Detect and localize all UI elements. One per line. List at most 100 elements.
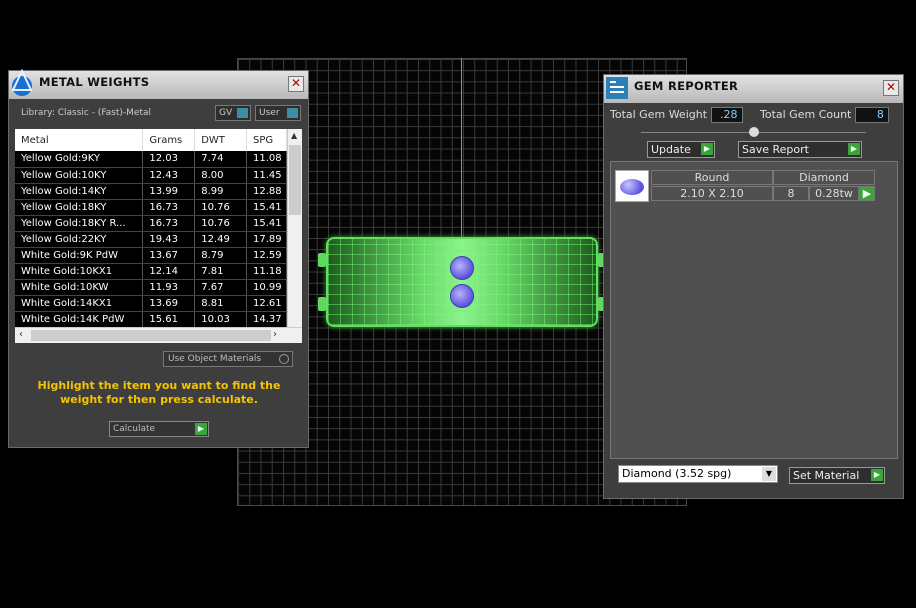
metal-weights-logo-icon [11, 68, 33, 96]
user-label: User [259, 108, 280, 118]
table-cell: 19.43 [142, 231, 196, 248]
table-cell: 17.89 [246, 231, 287, 248]
material-dropdown[interactable]: Diamond (3.52 spg) ▼ [618, 465, 778, 483]
total-gem-count-label: Total Gem Count [760, 108, 852, 121]
table-row[interactable]: White Gold:9K PdW 13.67 8.79 12.59 [15, 247, 287, 264]
gem-material: Diamond [773, 170, 875, 185]
gem-count: 8 [773, 186, 809, 201]
table-cell: 15.61 [142, 311, 196, 328]
vertical-scrollbar[interactable]: ▲ [287, 129, 302, 327]
table-row[interactable]: Yellow Gold:18KY 16.73 10.76 15.41 [15, 199, 287, 216]
save-report-label: Save Report [742, 143, 809, 156]
table-cell: 13.67 [142, 247, 196, 264]
library-label: Library: Classic - (Fast)-Metal [21, 108, 152, 118]
close-icon[interactable]: ✕ [288, 76, 304, 92]
table-cell: White Gold:14K PdW [15, 311, 144, 328]
scroll-up-icon[interactable]: ▲ [291, 131, 297, 140]
metal-table: Metal Grams DWT SPG Yellow Gold:9KY 12.03… [15, 129, 287, 328]
material-dropdown-value: Diamond (3.52 spg) [622, 467, 732, 480]
table-cell: 10.03 [194, 311, 248, 328]
table-cell: 7.67 [194, 279, 248, 296]
gem-reporter-logo-icon [606, 77, 628, 99]
viewport-axis-line [461, 58, 462, 238]
save-report-button[interactable]: Save Report ▶ [738, 141, 862, 158]
gv-toggle[interactable]: GV [215, 105, 251, 121]
toggle-indicator-icon [287, 108, 298, 118]
table-cell: Yellow Gold:18KY [15, 199, 144, 216]
table-cell: 10.76 [194, 215, 248, 232]
table-cell: 12.88 [246, 183, 287, 200]
metal-table-container: Metal Grams DWT SPG Yellow Gold:9KY 12.03… [15, 129, 302, 343]
gem-size: 2.10 X 2.10 [651, 186, 773, 201]
use-object-materials-label: Use Object Materials [168, 354, 262, 364]
table-cell: White Gold:10KX1 [15, 263, 144, 280]
calculate-label: Calculate [113, 424, 156, 434]
slider-handle[interactable] [749, 127, 759, 137]
table-cell: White Gold:14KX1 [15, 295, 144, 312]
set-material-button[interactable]: Set Material ▶ [789, 467, 885, 484]
table-cell: 15.41 [246, 215, 287, 232]
table-row[interactable]: Yellow Gold:22KY 19.43 12.49 17.89 [15, 231, 287, 248]
table-cell: 10.76 [194, 199, 248, 216]
metal-weights-titlebar: METAL WEIGHTS ✕ [9, 68, 308, 99]
table-cell: 12.03 [142, 151, 196, 168]
user-toggle[interactable]: User [255, 105, 301, 121]
scrollbar-thumb[interactable] [31, 330, 271, 341]
table-cell: 12.59 [246, 247, 287, 264]
calculate-button[interactable]: Calculate ▶ [109, 421, 209, 437]
scroll-left-icon[interactable]: ‹ [19, 329, 23, 340]
table-row[interactable]: White Gold:14K PdW 15.61 10.03 14.37 [15, 311, 287, 328]
table-cell: 7.74 [194, 151, 248, 168]
close-icon[interactable]: ✕ [883, 80, 899, 96]
chevron-down-icon[interactable]: ▼ [762, 467, 776, 481]
gem-reporter-title: GEM REPORTER [634, 79, 739, 93]
column-header[interactable]: SPG [246, 129, 287, 151]
table-row[interactable]: White Gold:10KW 11.93 7.67 10.99 [15, 279, 287, 296]
table-cell: 8.81 [194, 295, 248, 312]
gem-thumbnail [615, 170, 649, 202]
gem-reporter-titlebar: GEM REPORTER ✕ [604, 75, 903, 103]
app-window: METAL WEIGHTS ✕ Library: Classic - (Fast… [0, 0, 916, 608]
table-cell: White Gold:9K PdW [15, 247, 144, 264]
gv-label: GV [219, 108, 233, 118]
total-gem-count-field: Total Gem Count 8 [760, 107, 889, 123]
ring-prong [318, 253, 326, 267]
table-row[interactable]: Yellow Gold:9KY 12.03 7.74 11.08 [15, 151, 287, 168]
table-row[interactable]: White Gold:10KX1 12.14 7.81 11.18 [15, 263, 287, 280]
table-cell: Yellow Gold:14KY [15, 183, 144, 200]
table-row[interactable]: White Gold:14KX1 13.69 8.81 12.61 [15, 295, 287, 312]
table-cell: Yellow Gold:10KY [15, 167, 144, 184]
gem-weight: 0.28tw [809, 186, 859, 201]
horizontal-scrollbar[interactable]: ‹ › [15, 327, 302, 343]
total-gem-weight-field: Total Gem Weight .28 [610, 107, 743, 123]
toggle-indicator-icon [237, 108, 248, 118]
metal-weights-title: METAL WEIGHTS [39, 75, 150, 89]
table-cell: 16.73 [142, 215, 196, 232]
gem-shape: Round [651, 170, 773, 185]
total-gem-count-value: 8 [854, 107, 889, 123]
gem-reporter-panel: GEM REPORTER ✕ Total Gem Weight .28 Tota… [603, 74, 904, 499]
table-cell: 13.69 [142, 295, 196, 312]
table-cell: 8.79 [194, 247, 248, 264]
table-cell: 16.73 [142, 199, 196, 216]
scrollbar-thumb[interactable] [289, 145, 301, 215]
column-header[interactable]: Grams [142, 129, 196, 151]
table-row[interactable]: Yellow Gold:14KY 13.99 8.99 12.88 [15, 183, 287, 200]
table-row[interactable]: Yellow Gold:10KY 12.43 8.00 11.45 [15, 167, 287, 184]
table-cell: 11.93 [142, 279, 196, 296]
ring-prong [318, 297, 326, 311]
metal-weights-panel: METAL WEIGHTS ✕ Library: Classic - (Fast… [8, 68, 309, 448]
table-cell: 12.14 [142, 263, 196, 280]
table-cell: Yellow Gold:18KY R... [15, 215, 144, 232]
column-header[interactable]: DWT [194, 129, 248, 151]
table-row[interactable]: Yellow Gold:18KY R... 16.73 10.76 15.41 [15, 215, 287, 232]
round-gem-icon [620, 179, 644, 195]
scroll-right-icon[interactable]: › [273, 329, 277, 340]
gem-select-arrow-icon[interactable]: ▶ [859, 186, 875, 201]
column-header[interactable]: Metal [15, 129, 144, 151]
table-cell: 10.99 [246, 279, 287, 296]
use-object-materials-option[interactable]: Use Object Materials [163, 351, 293, 367]
gem-stone [450, 256, 474, 280]
radio-icon[interactable] [279, 354, 289, 364]
update-button[interactable]: Update ▶ [647, 141, 715, 158]
